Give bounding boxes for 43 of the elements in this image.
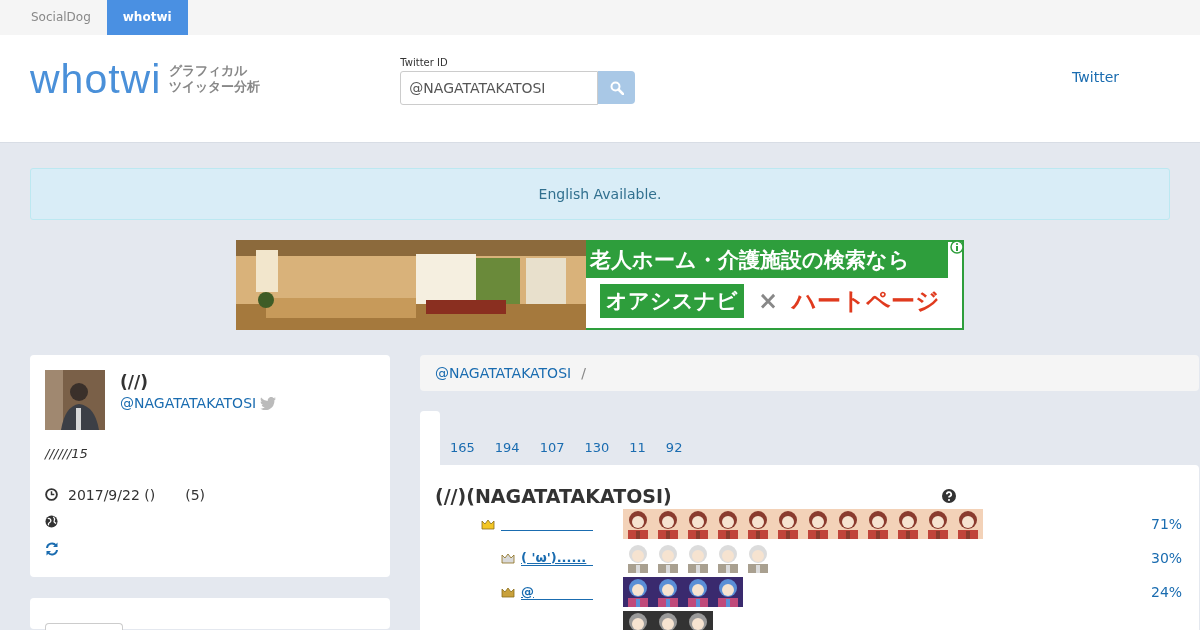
profile-name: (//): [120, 372, 149, 392]
search-field[interactable]: @NAGATATAKATOSI: [400, 71, 599, 105]
breadcrumb-link[interactable]: @NAGATATAKATOSI: [435, 365, 572, 381]
join-note: (5): [185, 486, 205, 503]
percentage: 24%: [1151, 584, 1184, 600]
site-tab[interactable]: SocialDog: [15, 0, 107, 35]
notice-banner[interactable]: English Available.: [30, 168, 1170, 220]
cross-sign: ×: [757, 287, 780, 315]
profile-bio: //////15: [45, 446, 89, 461]
logo[interactable]: whotwi: [30, 57, 162, 101]
ranking-title: (//)(NAGATATAKATOSI): [435, 485, 673, 507]
percentage: 30%: [1151, 550, 1184, 566]
join-date: 2017/9/22 (): [68, 486, 156, 503]
stat-tab[interactable]: 92: [655, 440, 693, 455]
ad-headline: 老人ホーム・介護施設の検索なら: [586, 242, 948, 278]
crown-icon: [481, 518, 495, 530]
tagline: ツイッター分析: [169, 79, 261, 95]
field-label: Twitter ID: [400, 57, 449, 68]
user-link[interactable]: ( 'ω')......: [521, 550, 593, 566]
clock-icon: [45, 488, 58, 501]
crown-icon: [501, 552, 515, 564]
stat-tab[interactable]: 194: [484, 440, 530, 455]
search-icon: [609, 80, 624, 95]
twitter-link[interactable]: Twitter: [1072, 69, 1119, 85]
brand-logo: オアシスナビ: [600, 284, 744, 318]
site-tab[interactable]: whotwi: [106, 0, 188, 35]
globe-icon: [45, 515, 58, 528]
crown-icon: [501, 586, 515, 598]
user-link[interactable]: [501, 529, 593, 531]
brand-logo: ハートページ: [792, 286, 941, 317]
refresh-icon[interactable]: [45, 541, 59, 556]
help-icon[interactable]: [942, 489, 956, 503]
user-link[interactable]: @: [521, 584, 593, 600]
breadcrumb-separator: /: [581, 365, 586, 381]
profile-handle[interactable]: @NAGATATAKATOSI: [120, 395, 257, 411]
stat-tab[interactable]: 11: [619, 440, 656, 455]
tagline: グラフィカル: [169, 63, 249, 79]
stat-tab[interactable]: 107: [529, 440, 575, 455]
info-icon[interactable]: [950, 240, 964, 254]
percentage: 71%: [1151, 516, 1184, 532]
bird-icon[interactable]: [260, 396, 277, 410]
stat-tab[interactable]: 130: [574, 440, 620, 455]
stat-tab[interactable]: 165: [440, 440, 485, 455]
